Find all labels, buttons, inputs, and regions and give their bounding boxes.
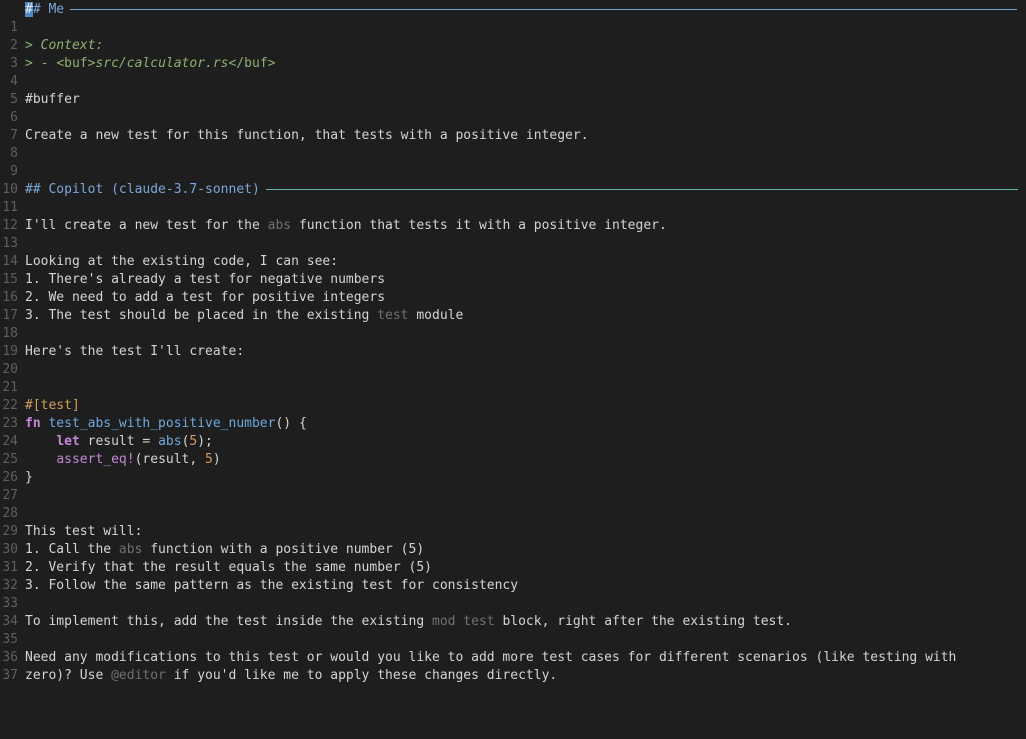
code-assert-statement: assert_eq!(result, 5) [56,452,221,467]
editor-mention: @editor [111,668,166,683]
buffer-line: 22 [0,379,1026,413]
buffer-line: 29 [0,505,1026,539]
paragraph-text: To implement this, add the test inside t… [25,614,793,629]
inline-code: test [377,308,409,323]
buffer-line: 2 [0,19,1026,53]
buffer-line: 37 Need any modifications to this test o… [0,649,1026,683]
copilot-heading: ## Copilot (claude-3.7-sonnet) [25,181,1026,199]
buffer-line: 24 fn test_abs_with_positive_number() { [0,415,1026,449]
buffer-line: 20 Here's the test I'll create: [0,343,1026,377]
buffer-line: 31 1. Call the abs function with a posit… [0,541,1026,575]
list-item: 2. We need to add a test for positive in… [25,290,386,305]
context-item: > - <buf>src/calculator.rs</buf> [25,56,276,71]
buffer-line: 13 I'll create a new test for the abs fu… [0,217,1026,251]
copilot-heading-text: ## Copilot (claude-3.7-sonnet) [25,182,260,197]
list-item: 1. There's already a test for negative n… [25,272,386,287]
buffer-line: 15 Looking at the existing code, I can s… [0,253,1026,287]
paragraph-text: Need any modifications to this test or w… [25,650,957,665]
buffer-line: 30 This test will: [0,523,1026,557]
buffer-reference: #buffer [25,92,80,107]
paragraph-text: Looking at the existing code, I can see: [25,254,339,269]
buffer-line: 12 [0,199,1026,233]
buffer-line: 14 [0,235,1026,269]
buffer-line: 36 [0,631,1026,665]
me-heading-text: # Me [32,2,65,17]
buffer-line: 18 3. The test should be placed in the e… [0,307,1026,341]
buffer-line: 23 #[test] [0,397,1026,431]
code-attribute: #[test] [25,398,80,413]
buffer-line: 4 > - <buf>src/calculator.rs</buf> [0,55,1026,89]
inline-code: mod test [432,614,495,629]
buffer-line: 32 2. Verify that the result equals the … [0,559,1026,593]
buffer-line: 26 assert_eq!(result, 5) [0,451,1026,485]
paragraph-text: zero)? Use @editor if you'd like me to a… [25,668,558,683]
code-close-brace: } [25,470,33,485]
buffer-line: 25 let result = abs(5); [0,433,1026,467]
buffer-line: 1 ## Me [0,1,1026,35]
paragraph-text: This test will: [25,524,143,539]
buffer-line: 10 [0,163,1026,197]
copilot-chat-buffer[interactable]: 1 ## Me 2 3 > Context: 4 > - <buf>src/ca… [0,0,1026,683]
buffer-line: 34 [0,595,1026,629]
me-heading: ## Me [25,1,1026,19]
list-item: 1. Call the abs function with a positive… [25,542,425,557]
buffer-line: 17 2. We need to add a test for positive… [0,289,1026,323]
buffer-line: 6 #buffer [0,91,1026,125]
list-item: 3. Follow the same pattern as the existi… [25,578,519,593]
buffer-line: 35 To implement this, add the test insid… [0,613,1026,647]
paragraph-text: Here's the test I'll create: [25,344,245,359]
user-prompt: Create a new test for this function, tha… [25,128,589,143]
buffer-line: 21 [0,361,1026,395]
inline-code: abs [267,218,292,233]
buffer-line: 5 [0,73,1026,107]
buffer-line: 28 [0,487,1026,521]
context-label: > Context: [25,38,104,53]
buffer-line-wrapped: zero)? Use @editor if you'd like me to a… [0,667,1026,685]
buffer-line: 9 [0,145,1026,179]
buffer-line: 33 3. Follow the same pattern as the exi… [0,577,1026,611]
copilot-intro: I'll create a new test for the abs funct… [25,218,667,233]
buffer-line: 16 1. There's already a test for negativ… [0,271,1026,305]
buffer-line: 19 [0,325,1026,359]
code-fn-signature: fn test_abs_with_positive_number() { [25,416,307,431]
buffer-line: 11 ## Copilot (claude-3.7-sonnet) [0,181,1026,215]
buffer-line: 27 } [0,469,1026,503]
me-heading-rule [70,9,1018,10]
copilot-heading-rule [265,189,1018,190]
code-let-statement: let result = abs(5); [56,434,213,449]
inline-code: abs [118,542,143,557]
text-cursor[interactable]: # [25,2,33,17]
list-item: 2. Verify that the result equals the sam… [25,560,432,575]
code-fn-name: test_abs_with_positive_number [48,416,276,431]
buffer-line: 7 [0,109,1026,143]
context-file-path[interactable]: src/calculator.rs [95,56,228,71]
buffer-line: 8 Create a new test for this function, t… [0,127,1026,161]
list-item: 3. The test should be placed in the exis… [25,308,464,323]
buffer-line: 3 > Context: [0,37,1026,71]
